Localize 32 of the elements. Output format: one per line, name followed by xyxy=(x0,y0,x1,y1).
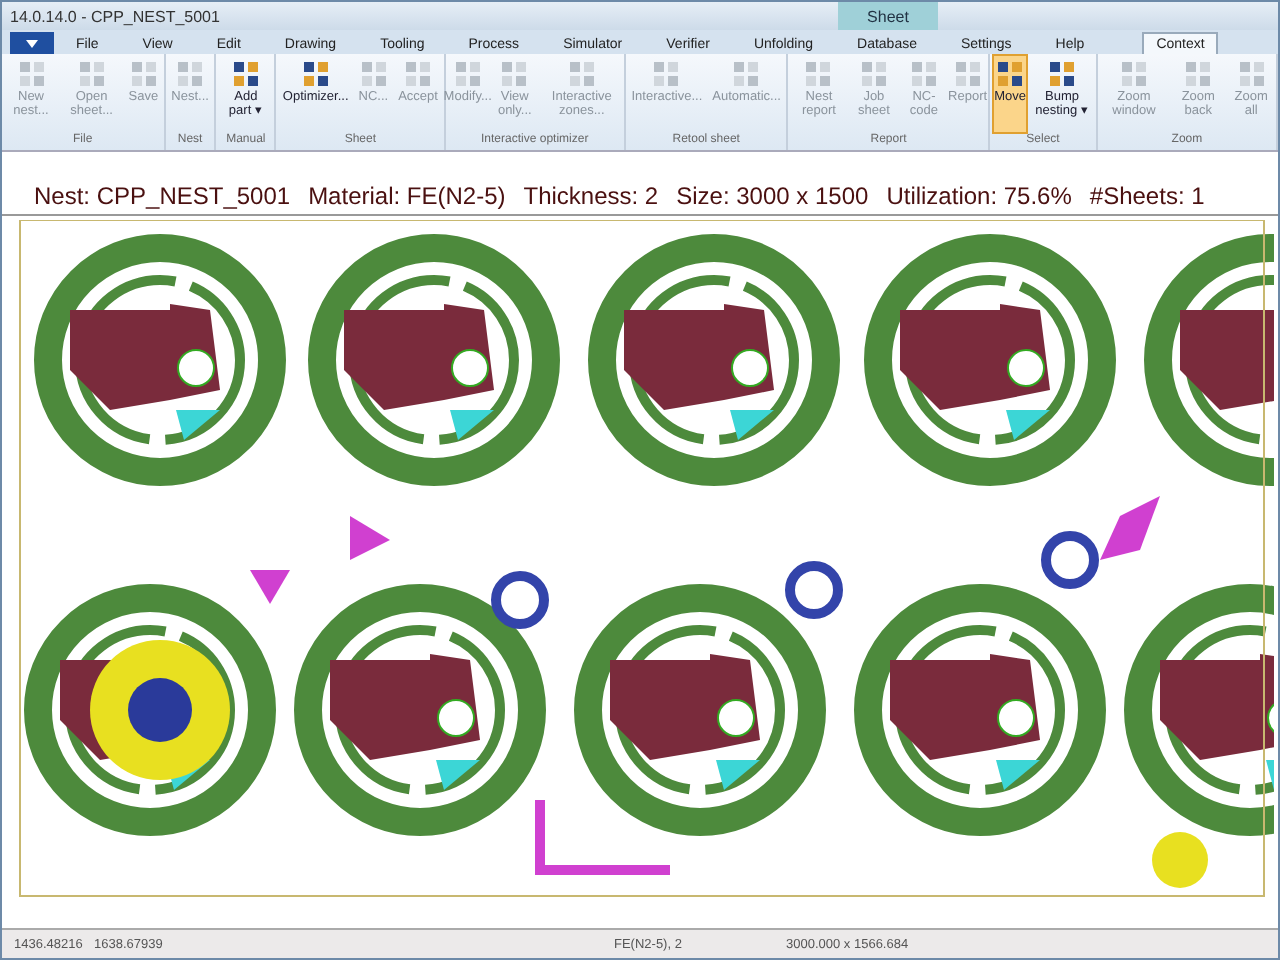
tiles-icon xyxy=(996,60,1025,88)
tiles-icon xyxy=(652,60,681,88)
tiles-icon xyxy=(453,60,482,88)
tiles-icon xyxy=(953,60,982,88)
tiles-icon xyxy=(1047,60,1076,88)
nest-info-text: #Sheets: 1 xyxy=(1089,182,1205,210)
tiles-icon xyxy=(1237,60,1266,88)
tiles-icon xyxy=(859,60,888,88)
nest-info-text: Thickness: 2 xyxy=(523,182,659,210)
tiles-icon xyxy=(129,60,158,88)
context-tab-label: Sheet xyxy=(838,2,938,30)
tiles-icon xyxy=(1184,60,1213,88)
nest-info-text: Nest: CPP_NEST_5001 xyxy=(34,182,291,210)
nest-info-text: Material: FE(N2-5) xyxy=(308,182,506,210)
tiles-icon xyxy=(567,60,596,88)
tiles-icon xyxy=(1119,60,1148,88)
tiles-icon xyxy=(404,60,433,88)
tiles-icon xyxy=(359,60,388,88)
tiles-icon xyxy=(77,60,106,88)
tiles-icon xyxy=(176,60,205,88)
tiles-icon xyxy=(231,60,260,88)
tiles-icon xyxy=(909,60,938,88)
caret-icon xyxy=(26,39,38,47)
app-menu-button[interactable] xyxy=(10,32,54,54)
tiles-icon xyxy=(500,60,529,88)
window-title: 14.0.14.0 - CPP_NEST_5001 xyxy=(10,7,220,25)
nest-info-text: Size: 3000 x 1500 xyxy=(676,182,869,210)
tiles-icon xyxy=(732,60,761,88)
tiles-icon xyxy=(301,60,330,88)
tiles-icon xyxy=(804,60,833,88)
tiles-icon xyxy=(17,60,45,88)
nest-info-text: Utilization: 75.6% xyxy=(886,182,1072,210)
